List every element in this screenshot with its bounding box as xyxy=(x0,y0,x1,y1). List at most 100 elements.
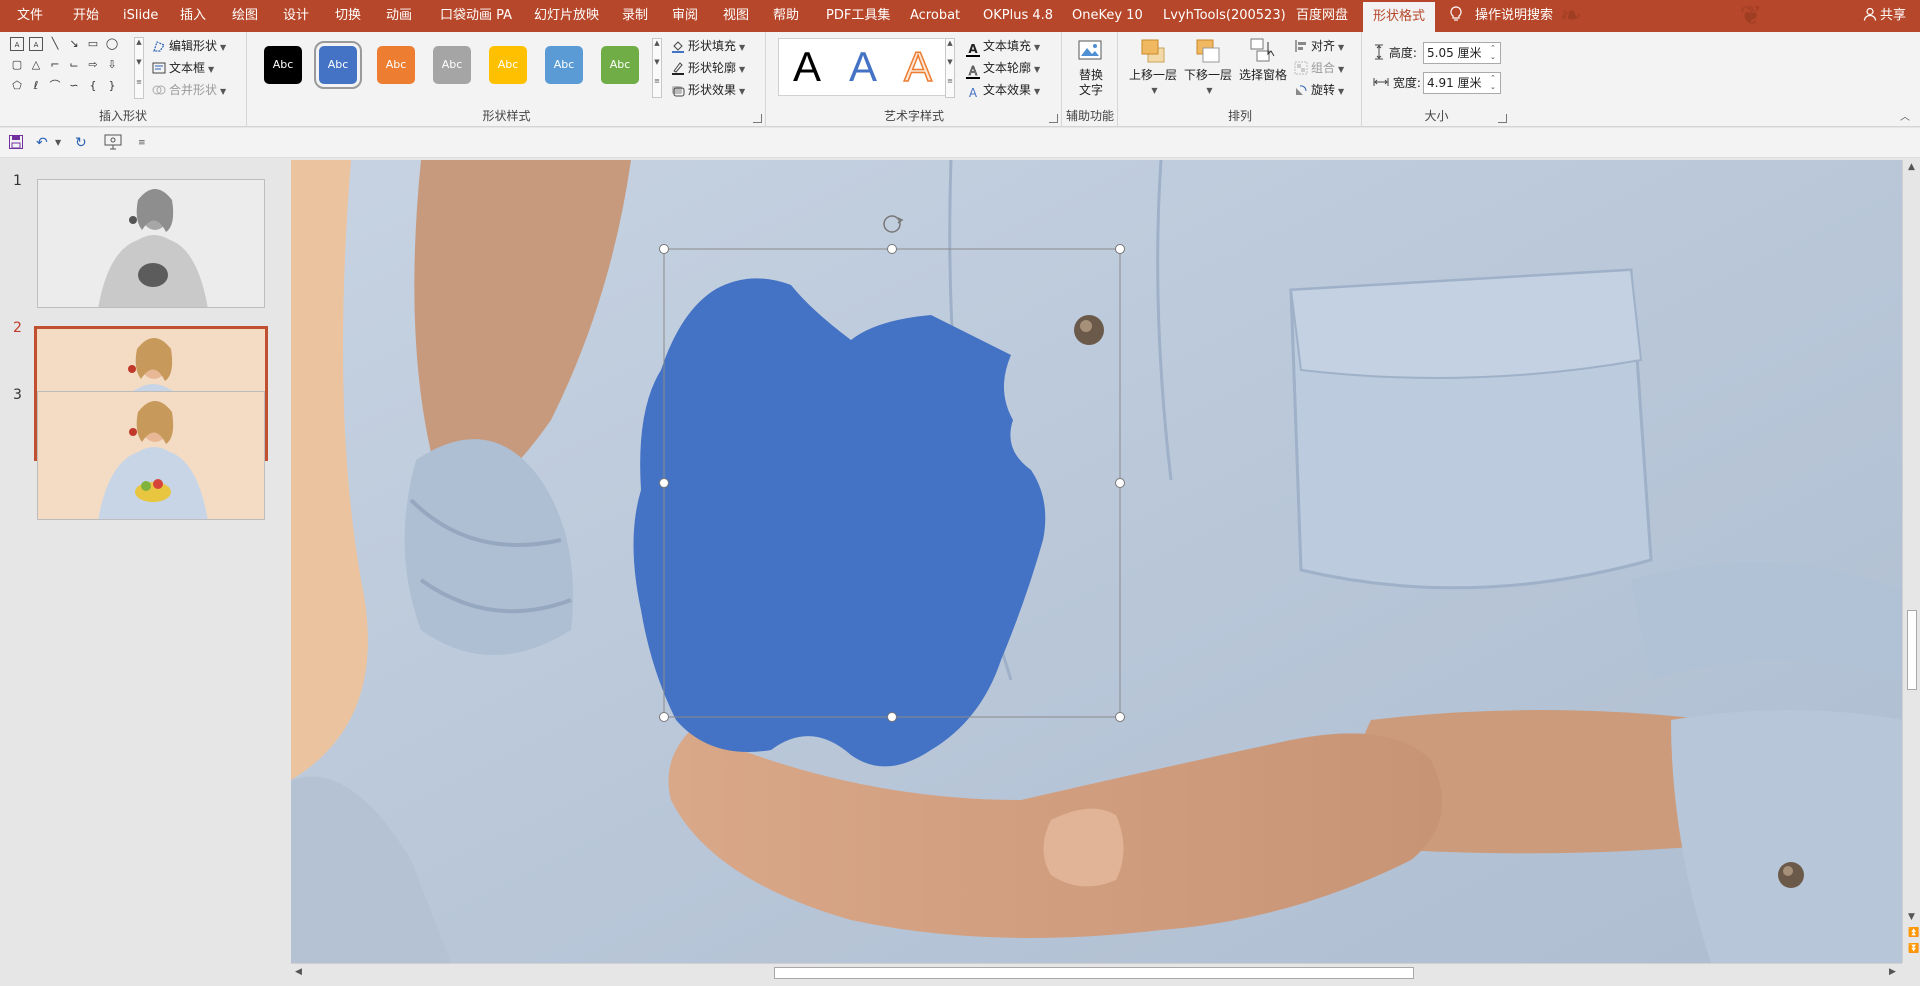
scroll-up-icon[interactable]: ▲ xyxy=(946,39,954,58)
tab-record[interactable]: 录制 xyxy=(622,0,648,32)
previous-slide-icon[interactable]: ⏫ xyxy=(1908,928,1919,938)
oval-shape-icon[interactable]: ◯ xyxy=(105,37,119,51)
tab-onekey[interactable]: OneKey 10 xyxy=(1072,0,1143,32)
next-slide-icon[interactable]: ⏬ xyxy=(1908,944,1919,954)
wordart-gallery-scroll[interactable]: ▲ ▼ ≡ xyxy=(945,38,955,98)
edit-shape-button[interactable]: 编辑形状 ▼ xyxy=(152,36,226,56)
resize-handle-top-left[interactable] xyxy=(659,244,669,254)
scroll-right-icon[interactable]: ▶ xyxy=(1889,967,1896,977)
resize-handle-left[interactable] xyxy=(659,478,669,488)
dialog-launcher-icon[interactable] xyxy=(753,114,762,123)
rectangle-shape-icon[interactable]: ▭ xyxy=(86,37,100,51)
curve-shape-icon[interactable]: ∽ xyxy=(67,79,81,93)
tab-help[interactable]: 帮助 xyxy=(773,0,799,32)
resize-handle-bottom-right[interactable] xyxy=(1115,712,1125,722)
tab-insert[interactable]: 插入 xyxy=(180,0,206,32)
text-effects-button[interactable]: A 文本效果 ▼ xyxy=(966,80,1040,100)
shape-style-gray[interactable]: Abc xyxy=(433,46,471,84)
text-outline-button[interactable]: A 文本轮廓 ▼ xyxy=(966,58,1040,79)
presenter-icon[interactable] xyxy=(104,134,122,152)
scroll-down-icon[interactable]: ▼ xyxy=(946,58,954,77)
width-spinner[interactable]: ⌃ ⌄ xyxy=(1490,74,1498,92)
tab-home[interactable]: 开始 xyxy=(73,0,99,32)
shape-style-blue[interactable]: Abc xyxy=(314,41,362,89)
tab-acrobat[interactable]: Acrobat xyxy=(910,0,960,32)
elbow-connector-shape-icon[interactable]: ⌙ xyxy=(67,58,81,72)
shape-style-green[interactable]: Abc xyxy=(601,46,639,84)
customize-toolbar-icon[interactable]: ≡ xyxy=(138,134,146,152)
dialog-launcher-icon[interactable] xyxy=(1498,114,1507,123)
scribble-shape-icon[interactable]: ℓ xyxy=(29,79,43,93)
tab-okplus[interactable]: OKPlus 4.8 xyxy=(983,0,1053,32)
scroll-down-icon[interactable]: ▼ xyxy=(653,58,661,77)
bring-forward-button[interactable]: 上移一层 ▼ xyxy=(1127,36,1179,98)
more-icon[interactable]: ≡ xyxy=(946,77,954,96)
wordart-style-black[interactable]: A xyxy=(793,43,821,91)
merge-shapes-button[interactable]: 合并形状 ▼ xyxy=(152,80,226,100)
tab-lvyhtools[interactable]: LvyhTools(200523) xyxy=(1163,0,1286,32)
dialog-launcher-icon[interactable] xyxy=(1049,114,1058,123)
height-input[interactable]: 5.05 厘米 ⌃ ⌄ xyxy=(1423,42,1501,64)
arc-shape-icon[interactable]: ⌒ xyxy=(48,79,62,93)
undo-dropdown-icon[interactable]: ▼ xyxy=(55,134,61,152)
scroll-up-icon[interactable]: ▲ xyxy=(1908,162,1915,172)
wordart-gallery[interactable]: A A A xyxy=(778,38,951,96)
tab-pdf-tools[interactable]: PDF工具集 xyxy=(826,0,890,32)
tab-file[interactable]: 文件 xyxy=(17,0,43,32)
resize-handle-bottom-left[interactable] xyxy=(659,712,669,722)
vertical-scrollbar[interactable]: ▲ ▼ ⏫ ⏬ xyxy=(1902,160,1920,963)
selected-blue-shape[interactable] xyxy=(633,278,1046,767)
wordart-style-orange-outline[interactable]: A xyxy=(903,42,933,91)
line-shape-icon[interactable]: ╲ xyxy=(48,37,62,51)
collapse-ribbon-icon[interactable]: ︿ xyxy=(1900,108,1910,123)
spin-down-icon[interactable]: ⌄ xyxy=(1490,53,1498,62)
resize-handle-bottom[interactable] xyxy=(887,712,897,722)
arrow-line-shape-icon[interactable]: ↘ xyxy=(67,37,81,51)
vertical-scroll-thumb[interactable] xyxy=(1907,610,1917,690)
freeform-shape-icon[interactable]: ⬠ xyxy=(10,79,24,93)
shape-style-orange[interactable]: Abc xyxy=(377,46,415,84)
shape-fill-button[interactable]: 形状填充 ▼ xyxy=(671,36,745,56)
tab-islide[interactable]: iSlide xyxy=(123,0,158,32)
left-brace-shape-icon[interactable]: { xyxy=(86,79,100,93)
alt-text-button[interactable]: 替换 文字 xyxy=(1073,36,1109,98)
tab-design[interactable]: 设计 xyxy=(283,0,309,32)
tab-animations[interactable]: 动画 xyxy=(386,0,412,32)
scroll-down-icon[interactable]: ▼ xyxy=(1908,912,1915,922)
tab-transitions[interactable]: 切换 xyxy=(335,0,361,32)
down-arrow-shape-icon[interactable]: ⇩ xyxy=(105,58,119,72)
textbox-shape-icon[interactable]: A xyxy=(10,37,24,51)
shape-outline-button[interactable]: 形状轮廓 ▼ xyxy=(671,58,745,78)
tab-review[interactable]: 审阅 xyxy=(672,0,698,32)
save-icon[interactable] xyxy=(8,134,24,152)
connector-shape-icon[interactable]: ⌐ xyxy=(48,58,62,72)
horizontal-scroll-thumb[interactable] xyxy=(774,967,1414,979)
scroll-up-icon[interactable]: ▲ xyxy=(135,38,143,58)
shape-style-gold[interactable]: Abc xyxy=(489,46,527,84)
shape-gallery[interactable]: A A ╲ ↘ ▭ ◯ ▢ △ ⌐ ⌙ ⇨ ⇩ ⬠ ℓ ⌒ ∽ { } xyxy=(10,37,138,99)
tab-view[interactable]: 视图 xyxy=(723,0,749,32)
tab-pocket-animation[interactable]: 口袋动画 PA xyxy=(440,0,512,32)
send-backward-button[interactable]: 下移一层 ▼ xyxy=(1182,36,1234,98)
scroll-left-icon[interactable]: ◀ xyxy=(295,967,302,977)
scroll-down-icon[interactable]: ▼ xyxy=(135,58,143,78)
tab-shape-format[interactable]: 形状格式 xyxy=(1363,2,1436,32)
shape-style-gallery-scroll[interactable]: ▲ ▼ ≡ xyxy=(652,38,662,98)
text-fill-button[interactable]: A 文本填充 ▼ xyxy=(966,36,1040,57)
selection-pane-button[interactable]: 选择窗格 xyxy=(1237,36,1289,83)
tab-draw[interactable]: 绘图 xyxy=(232,0,258,32)
shape-gallery-scroll[interactable]: ▲ ▼ ≡ xyxy=(134,37,144,99)
redo-icon[interactable]: ↻ xyxy=(75,134,87,152)
slide-thumbnail-3[interactable] xyxy=(37,391,265,520)
horizontal-scrollbar[interactable]: ◀ ▶ xyxy=(291,963,1902,981)
slide-thumbnail-1[interactable] xyxy=(37,179,265,308)
triangle-shape-icon[interactable]: △ xyxy=(29,58,43,72)
share-button[interactable]: 共享 xyxy=(1863,0,1906,32)
resize-handle-right[interactable] xyxy=(1115,478,1125,488)
tab-slideshow[interactable]: 幻灯片放映 xyxy=(534,0,599,32)
undo-icon[interactable]: ↶ xyxy=(36,134,48,152)
shape-style-black[interactable]: Abc xyxy=(264,46,302,84)
rotate-button[interactable]: 旋转 ▼ xyxy=(1294,80,1344,100)
spin-up-icon[interactable]: ⌃ xyxy=(1490,44,1498,53)
resize-handle-top[interactable] xyxy=(887,244,897,254)
